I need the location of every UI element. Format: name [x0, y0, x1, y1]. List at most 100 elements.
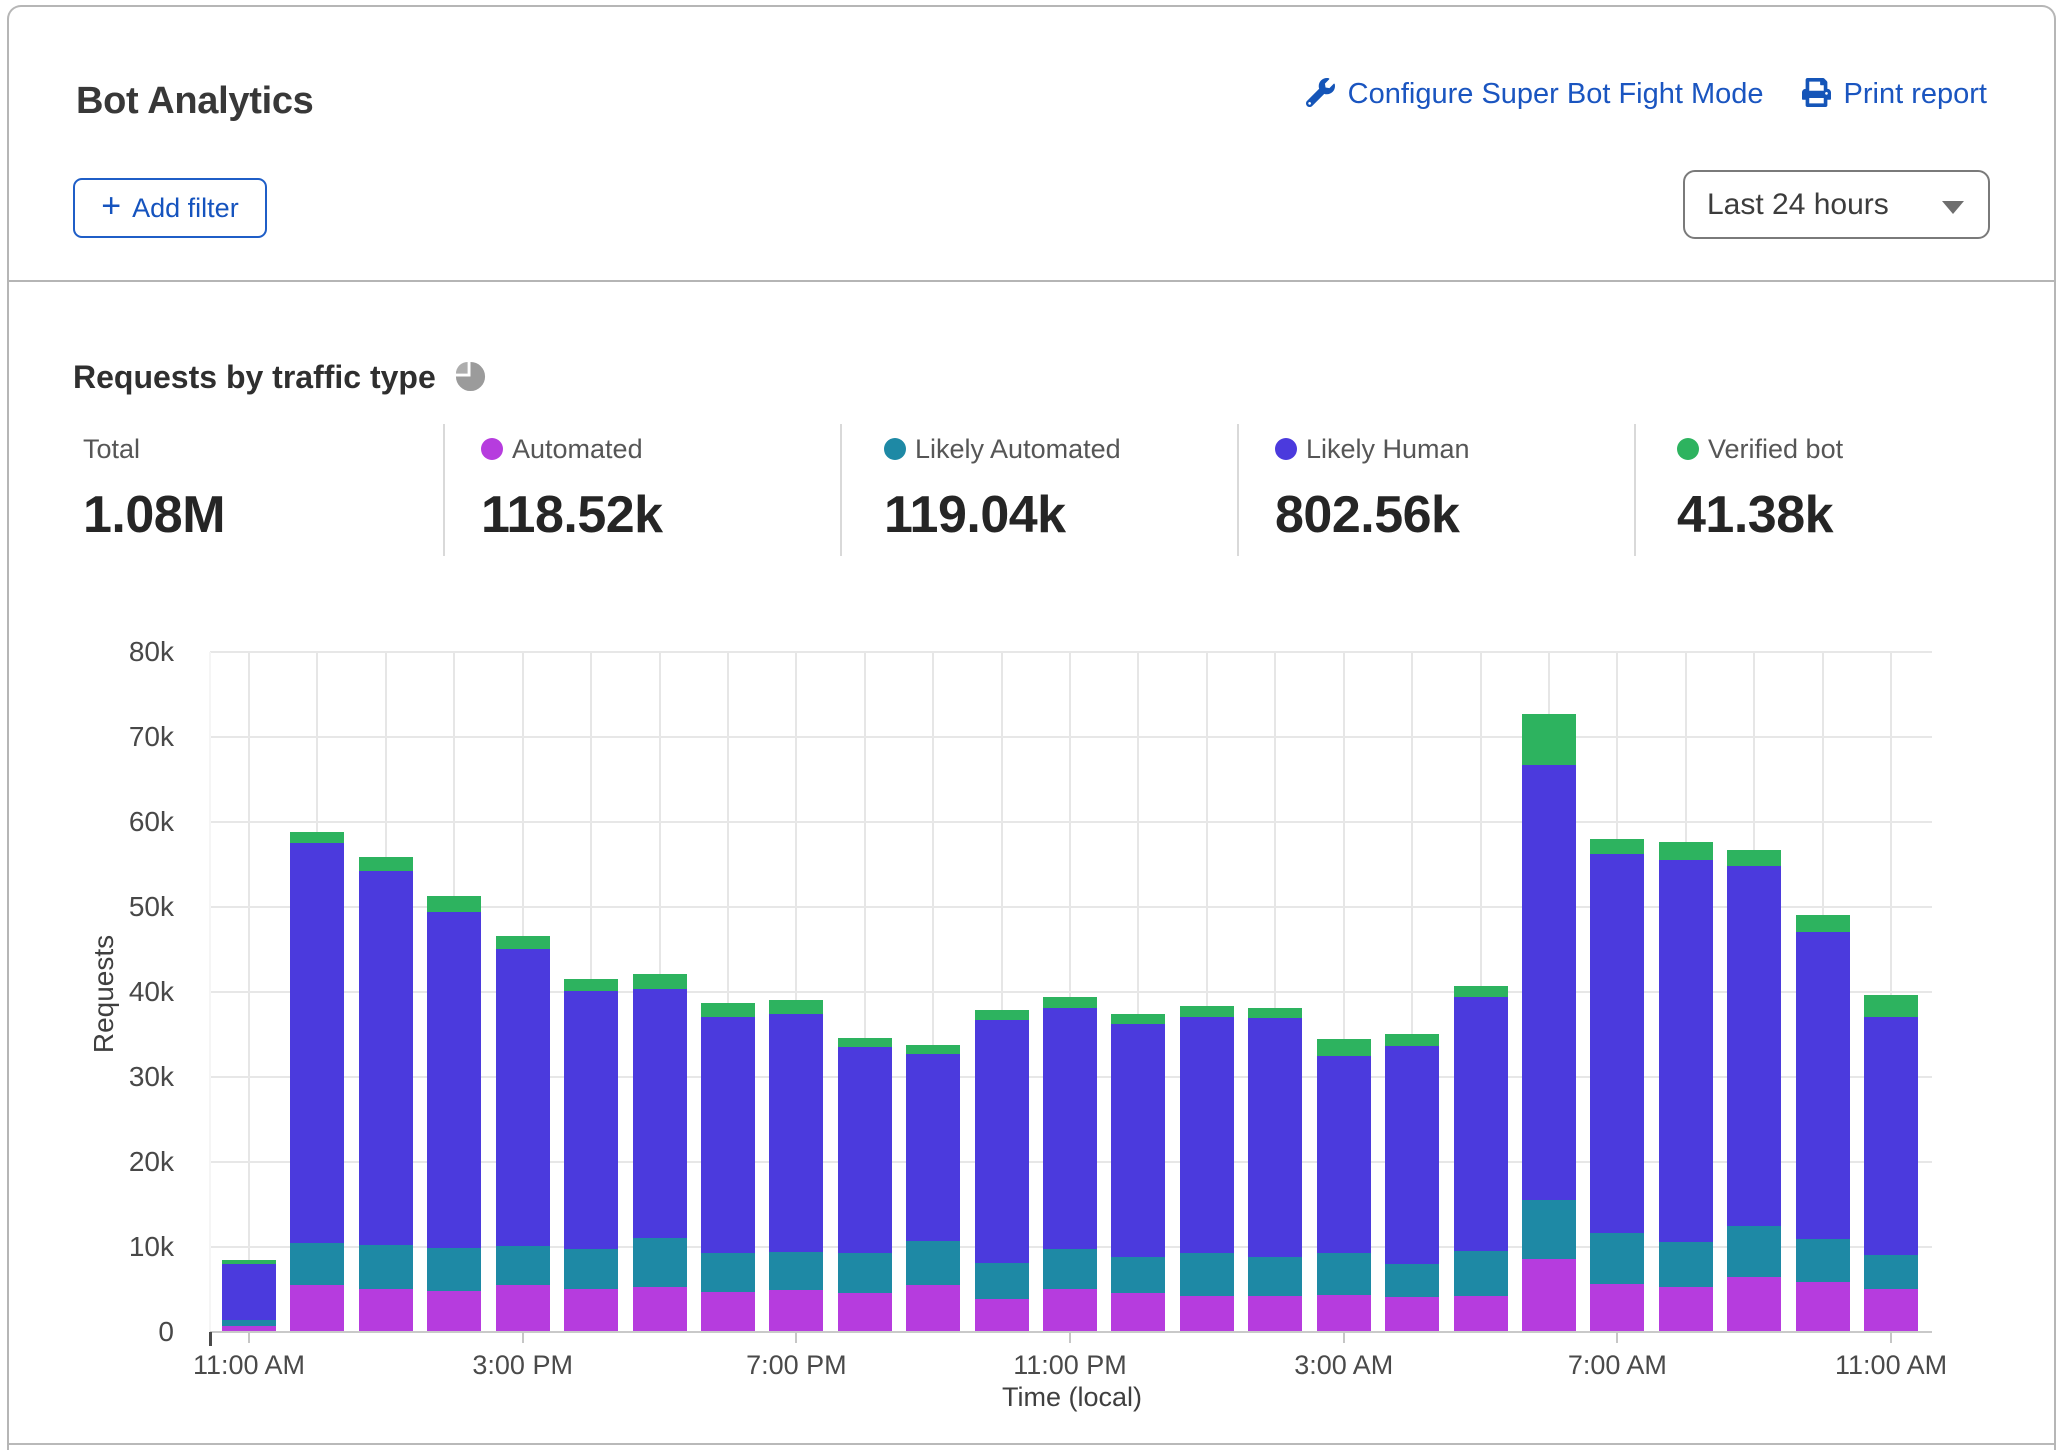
bar-23-likely-automated[interactable]	[1796, 1239, 1850, 1282]
bar-20-likely-human[interactable]	[1590, 854, 1644, 1233]
bar-18-likely-automated[interactable]	[1454, 1251, 1508, 1296]
bar-6[interactable]	[633, 974, 687, 1331]
bar-1-likely-automated[interactable]	[290, 1243, 344, 1285]
bar-9-verified-bot[interactable]	[838, 1038, 892, 1047]
bar-1-verified-bot[interactable]	[290, 832, 344, 843]
bar-14[interactable]	[1180, 1006, 1234, 1331]
bar-13-automated[interactable]	[1111, 1293, 1165, 1331]
bar-9[interactable]	[838, 1038, 892, 1331]
bar-17-likely-automated[interactable]	[1385, 1264, 1439, 1297]
bar-7-verified-bot[interactable]	[701, 1003, 755, 1017]
bar-15-likely-human[interactable]	[1248, 1018, 1302, 1257]
bar-8[interactable]	[769, 1000, 823, 1331]
bar-4-automated[interactable]	[496, 1285, 550, 1331]
bar-12-verified-bot[interactable]	[1043, 997, 1097, 1008]
bar-7-likely-automated[interactable]	[701, 1253, 755, 1293]
bar-2-automated[interactable]	[359, 1289, 413, 1331]
bar-6-likely-human[interactable]	[633, 989, 687, 1237]
bar-10[interactable]	[906, 1045, 960, 1331]
bar-23-verified-bot[interactable]	[1796, 915, 1850, 933]
bar-1-likely-human[interactable]	[290, 843, 344, 1243]
bar-11-likely-automated[interactable]	[975, 1263, 1029, 1299]
bar-24-verified-bot[interactable]	[1864, 995, 1918, 1016]
bar-16-verified-bot[interactable]	[1317, 1039, 1371, 1055]
bar-22[interactable]	[1727, 850, 1781, 1331]
bar-3[interactable]	[427, 896, 481, 1331]
bar-11-verified-bot[interactable]	[975, 1010, 1029, 1020]
bar-15-automated[interactable]	[1248, 1296, 1302, 1331]
bar-15-likely-automated[interactable]	[1248, 1257, 1302, 1295]
bar-19-verified-bot[interactable]	[1522, 714, 1576, 765]
bar-2[interactable]	[359, 857, 413, 1331]
bar-6-verified-bot[interactable]	[633, 974, 687, 989]
bar-3-likely-human[interactable]	[427, 912, 481, 1248]
bar-8-verified-bot[interactable]	[769, 1000, 823, 1014]
bar-10-likely-human[interactable]	[906, 1054, 960, 1241]
bar-3-likely-automated[interactable]	[427, 1248, 481, 1291]
bar-5-likely-automated[interactable]	[564, 1249, 618, 1289]
bar-4-likely-human[interactable]	[496, 949, 550, 1247]
bar-7-automated[interactable]	[701, 1292, 755, 1331]
bar-4-verified-bot[interactable]	[496, 936, 550, 949]
bar-17[interactable]	[1385, 1034, 1439, 1331]
bar-19-likely-automated[interactable]	[1522, 1200, 1576, 1260]
bar-22-likely-human[interactable]	[1727, 866, 1781, 1226]
bar-19[interactable]	[1522, 714, 1576, 1331]
bar-21[interactable]	[1659, 842, 1713, 1331]
bar-23-automated[interactable]	[1796, 1282, 1850, 1331]
bar-0-likely-human[interactable]	[222, 1264, 276, 1320]
bar-13[interactable]	[1111, 1014, 1165, 1331]
bar-15[interactable]	[1248, 1008, 1302, 1331]
bar-13-likely-automated[interactable]	[1111, 1257, 1165, 1294]
bar-16-likely-human[interactable]	[1317, 1056, 1371, 1254]
bar-7[interactable]	[701, 1003, 755, 1331]
bar-12-automated[interactable]	[1043, 1289, 1097, 1331]
bar-15-verified-bot[interactable]	[1248, 1008, 1302, 1018]
bar-17-verified-bot[interactable]	[1385, 1034, 1439, 1046]
bar-10-verified-bot[interactable]	[906, 1045, 960, 1054]
bar-14-likely-human[interactable]	[1180, 1017, 1234, 1254]
bar-6-automated[interactable]	[633, 1287, 687, 1331]
bar-18-verified-bot[interactable]	[1454, 986, 1508, 997]
bar-11-automated[interactable]	[975, 1299, 1029, 1331]
bar-4-likely-automated[interactable]	[496, 1246, 550, 1285]
bar-19-automated[interactable]	[1522, 1259, 1576, 1331]
bar-1-automated[interactable]	[290, 1285, 344, 1331]
bar-17-automated[interactable]	[1385, 1297, 1439, 1331]
bar-13-verified-bot[interactable]	[1111, 1014, 1165, 1024]
bar-21-likely-automated[interactable]	[1659, 1242, 1713, 1287]
bar-5-verified-bot[interactable]	[564, 979, 618, 991]
bar-18-likely-human[interactable]	[1454, 997, 1508, 1251]
bar-22-automated[interactable]	[1727, 1277, 1781, 1331]
bar-12-likely-human[interactable]	[1043, 1008, 1097, 1249]
bar-24-likely-automated[interactable]	[1864, 1255, 1918, 1289]
bar-23[interactable]	[1796, 915, 1850, 1332]
bar-24[interactable]	[1864, 995, 1918, 1331]
bar-21-verified-bot[interactable]	[1659, 842, 1713, 860]
bar-17-likely-human[interactable]	[1385, 1046, 1439, 1264]
bar-5-automated[interactable]	[564, 1289, 618, 1331]
bar-11-likely-human[interactable]	[975, 1020, 1029, 1263]
bar-24-likely-human[interactable]	[1864, 1017, 1918, 1255]
bar-0[interactable]	[222, 1260, 276, 1331]
bar-0-automated[interactable]	[222, 1326, 276, 1331]
bar-16-automated[interactable]	[1317, 1295, 1371, 1331]
bar-1[interactable]	[290, 832, 344, 1331]
bar-20-verified-bot[interactable]	[1590, 839, 1644, 854]
bar-9-likely-human[interactable]	[838, 1047, 892, 1253]
bar-18-automated[interactable]	[1454, 1296, 1508, 1331]
bar-20-automated[interactable]	[1590, 1284, 1644, 1331]
bar-22-likely-automated[interactable]	[1727, 1226, 1781, 1277]
bar-14-likely-automated[interactable]	[1180, 1253, 1234, 1296]
bar-16[interactable]	[1317, 1039, 1371, 1331]
bar-5-likely-human[interactable]	[564, 991, 618, 1249]
bar-18[interactable]	[1454, 986, 1508, 1331]
bar-13-likely-human[interactable]	[1111, 1024, 1165, 1256]
bar-2-likely-automated[interactable]	[359, 1245, 413, 1289]
bar-24-automated[interactable]	[1864, 1289, 1918, 1331]
bar-9-automated[interactable]	[838, 1293, 892, 1331]
bar-23-likely-human[interactable]	[1796, 932, 1850, 1239]
bar-16-likely-automated[interactable]	[1317, 1253, 1371, 1295]
bar-10-likely-automated[interactable]	[906, 1241, 960, 1285]
bar-21-likely-human[interactable]	[1659, 860, 1713, 1242]
